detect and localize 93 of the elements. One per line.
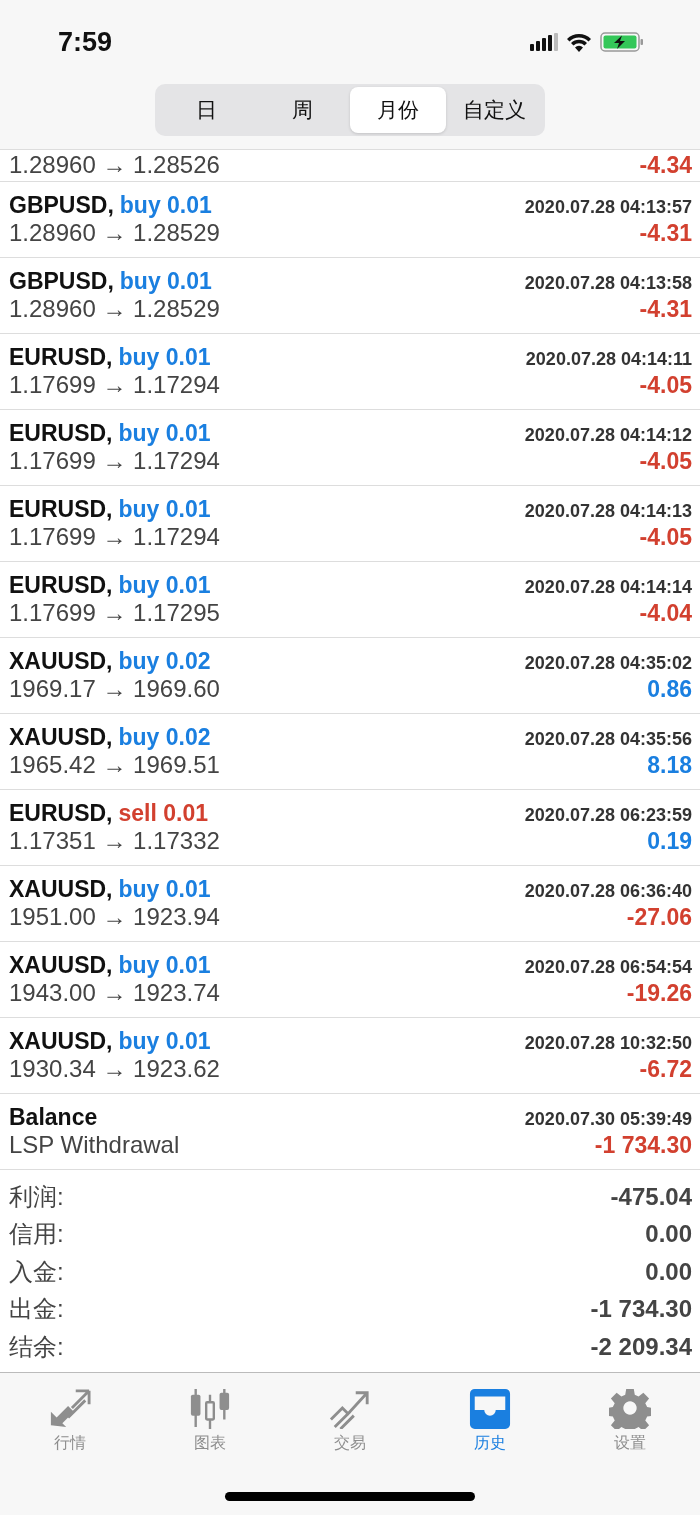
symbol-name: GBPUSD,: [9, 268, 114, 295]
order-type: buy 0.02: [118, 724, 211, 751]
symbol-name: XAUUSD,: [9, 876, 113, 903]
profit-value: -4.05: [639, 448, 692, 475]
order-type: sell 0.01: [118, 800, 209, 827]
profit-value: -4.04: [639, 600, 692, 627]
price-range: 1.17351 → 1.17332: [9, 827, 220, 855]
order-type: buy 0.01: [118, 1028, 211, 1055]
order-type: buy 0.01: [119, 268, 212, 295]
deal-time: 2020.07.28 06:36:40: [524, 881, 692, 902]
battery-charging-icon: [600, 32, 644, 52]
inbox-tray-icon: [469, 1386, 511, 1429]
symbol-name: EURUSD,: [9, 572, 113, 599]
symbol-name: XAUUSD,: [9, 952, 113, 979]
profit-value: 0.86: [647, 676, 692, 703]
price-range: 1.17699 → 1.17294: [9, 523, 220, 551]
deal-time: 2020.07.28 04:13:57: [524, 197, 692, 218]
order-type: buy 0.01: [118, 572, 211, 599]
symbol-name: XAUUSD,: [9, 1028, 113, 1055]
profit-value: -4.05: [639, 372, 692, 399]
order-type: buy 0.01: [118, 344, 211, 371]
summary-label: 入金:: [9, 1256, 64, 1287]
profit-value: -6.72: [639, 1056, 692, 1083]
profit-value: -4.34: [639, 152, 692, 179]
deal-time: 2020.07.28 04:14:12: [524, 425, 692, 446]
order-type: buy 0.01: [118, 420, 211, 447]
order-type: buy 0.01: [118, 876, 211, 903]
price-range: 1.17699 → 1.17294: [9, 447, 220, 475]
profit-value: -4.31: [639, 220, 692, 247]
summary-value: -1 734.30: [590, 1295, 692, 1324]
summary-value: -475.04: [610, 1182, 692, 1211]
deal-time: 2020.07.28 06:23:59: [524, 805, 692, 826]
deal-time: 2020.07.28 04:14:13: [524, 501, 692, 522]
profit-value: 0.19: [647, 828, 692, 855]
symbol-name: EURUSD,: [9, 344, 113, 371]
deal-time: 2020.07.28 06:54:54: [524, 957, 692, 978]
summary-label: 结余:: [9, 1331, 64, 1362]
order-type: buy 0.02: [118, 648, 211, 675]
profit-value: -4.31: [639, 296, 692, 323]
symbol-name: XAUUSD,: [9, 648, 113, 675]
symbol-name: GBPUSD,: [9, 192, 114, 219]
period-tab[interactable]: 月份: [350, 87, 446, 133]
order-type: buy 0.01: [118, 496, 211, 523]
price-range: 1930.34 → 1923.62: [9, 1055, 220, 1083]
status-time: 7:59: [58, 26, 113, 58]
price-range: 1943.00 → 1923.74: [9, 979, 220, 1007]
summary-value: 0.00: [645, 1257, 692, 1286]
order-type: buy 0.01: [119, 192, 212, 219]
price-range: 1951.00 → 1923.94: [9, 903, 220, 931]
deal-time: 2020.07.28 04:14:11: [525, 349, 692, 370]
tab-bar-item[interactable]: 行情: [0, 1378, 140, 1469]
tab-bar-item[interactable]: 设置: [560, 1378, 700, 1469]
price-range: 1965.42 → 1969.51: [9, 751, 220, 779]
summary-value: -2 209.34: [590, 1332, 692, 1361]
summary-label: 信用:: [9, 1219, 64, 1250]
deal-time: 2020.07.28 04:14:14: [524, 577, 692, 598]
summary-value: 0.00: [645, 1220, 692, 1249]
candlestick-icon: [189, 1386, 231, 1429]
tab-bar-item[interactable]: 交易: [280, 1378, 420, 1469]
period-tab[interactable]: 周: [254, 87, 350, 133]
symbol-name: EURUSD,: [9, 420, 113, 447]
symbol-name: XAUUSD,: [9, 724, 113, 751]
tab-bar-item[interactable]: 历史: [420, 1378, 560, 1469]
profit-value: -27.06: [626, 904, 692, 931]
balance-comment: LSP Withdrawal: [9, 1131, 180, 1159]
period-tab[interactable]: 日: [158, 87, 254, 133]
period-tab[interactable]: 自定义: [446, 87, 542, 133]
diagonal-arrows-icon: [49, 1386, 91, 1429]
profit-value: -4.05: [639, 524, 692, 551]
summary-label: 出金:: [9, 1294, 64, 1325]
tab-bar-item[interactable]: 图表: [140, 1378, 280, 1469]
summary-label: 利润:: [9, 1181, 64, 1212]
deal-time: 2020.07.28 10:32:50: [524, 1033, 692, 1054]
profit-value: -1 734.30: [594, 1132, 692, 1159]
symbol-name: EURUSD,: [9, 496, 113, 523]
deal-time: 2020.07.30 05:39:49: [524, 1109, 692, 1130]
price-range: 1.28960 → 1.28526: [9, 151, 220, 179]
balance-title: Balance: [9, 1104, 98, 1131]
price-range: 1.17699 → 1.17294: [9, 371, 220, 399]
profit-value: 8.18: [647, 752, 692, 779]
profit-value: -19.26: [626, 980, 692, 1007]
deal-time: 2020.07.28 04:35:56: [524, 729, 692, 750]
order-type: buy 0.01: [118, 952, 211, 979]
price-range: 1.28960 → 1.28529: [9, 295, 220, 323]
deal-time: 2020.07.28 04:13:58: [524, 273, 692, 294]
deal-time: 2020.07.28 04:35:02: [524, 653, 692, 674]
price-range: 1.28960 → 1.28529: [9, 219, 220, 247]
price-range: 1969.17 → 1969.60: [9, 675, 220, 703]
wifi-icon: [566, 32, 592, 52]
symbol-name: EURUSD,: [9, 800, 113, 827]
settings-icon: [609, 1386, 651, 1429]
price-range: 1.17699 → 1.17295: [9, 599, 220, 627]
signal-icon: [530, 33, 558, 51]
